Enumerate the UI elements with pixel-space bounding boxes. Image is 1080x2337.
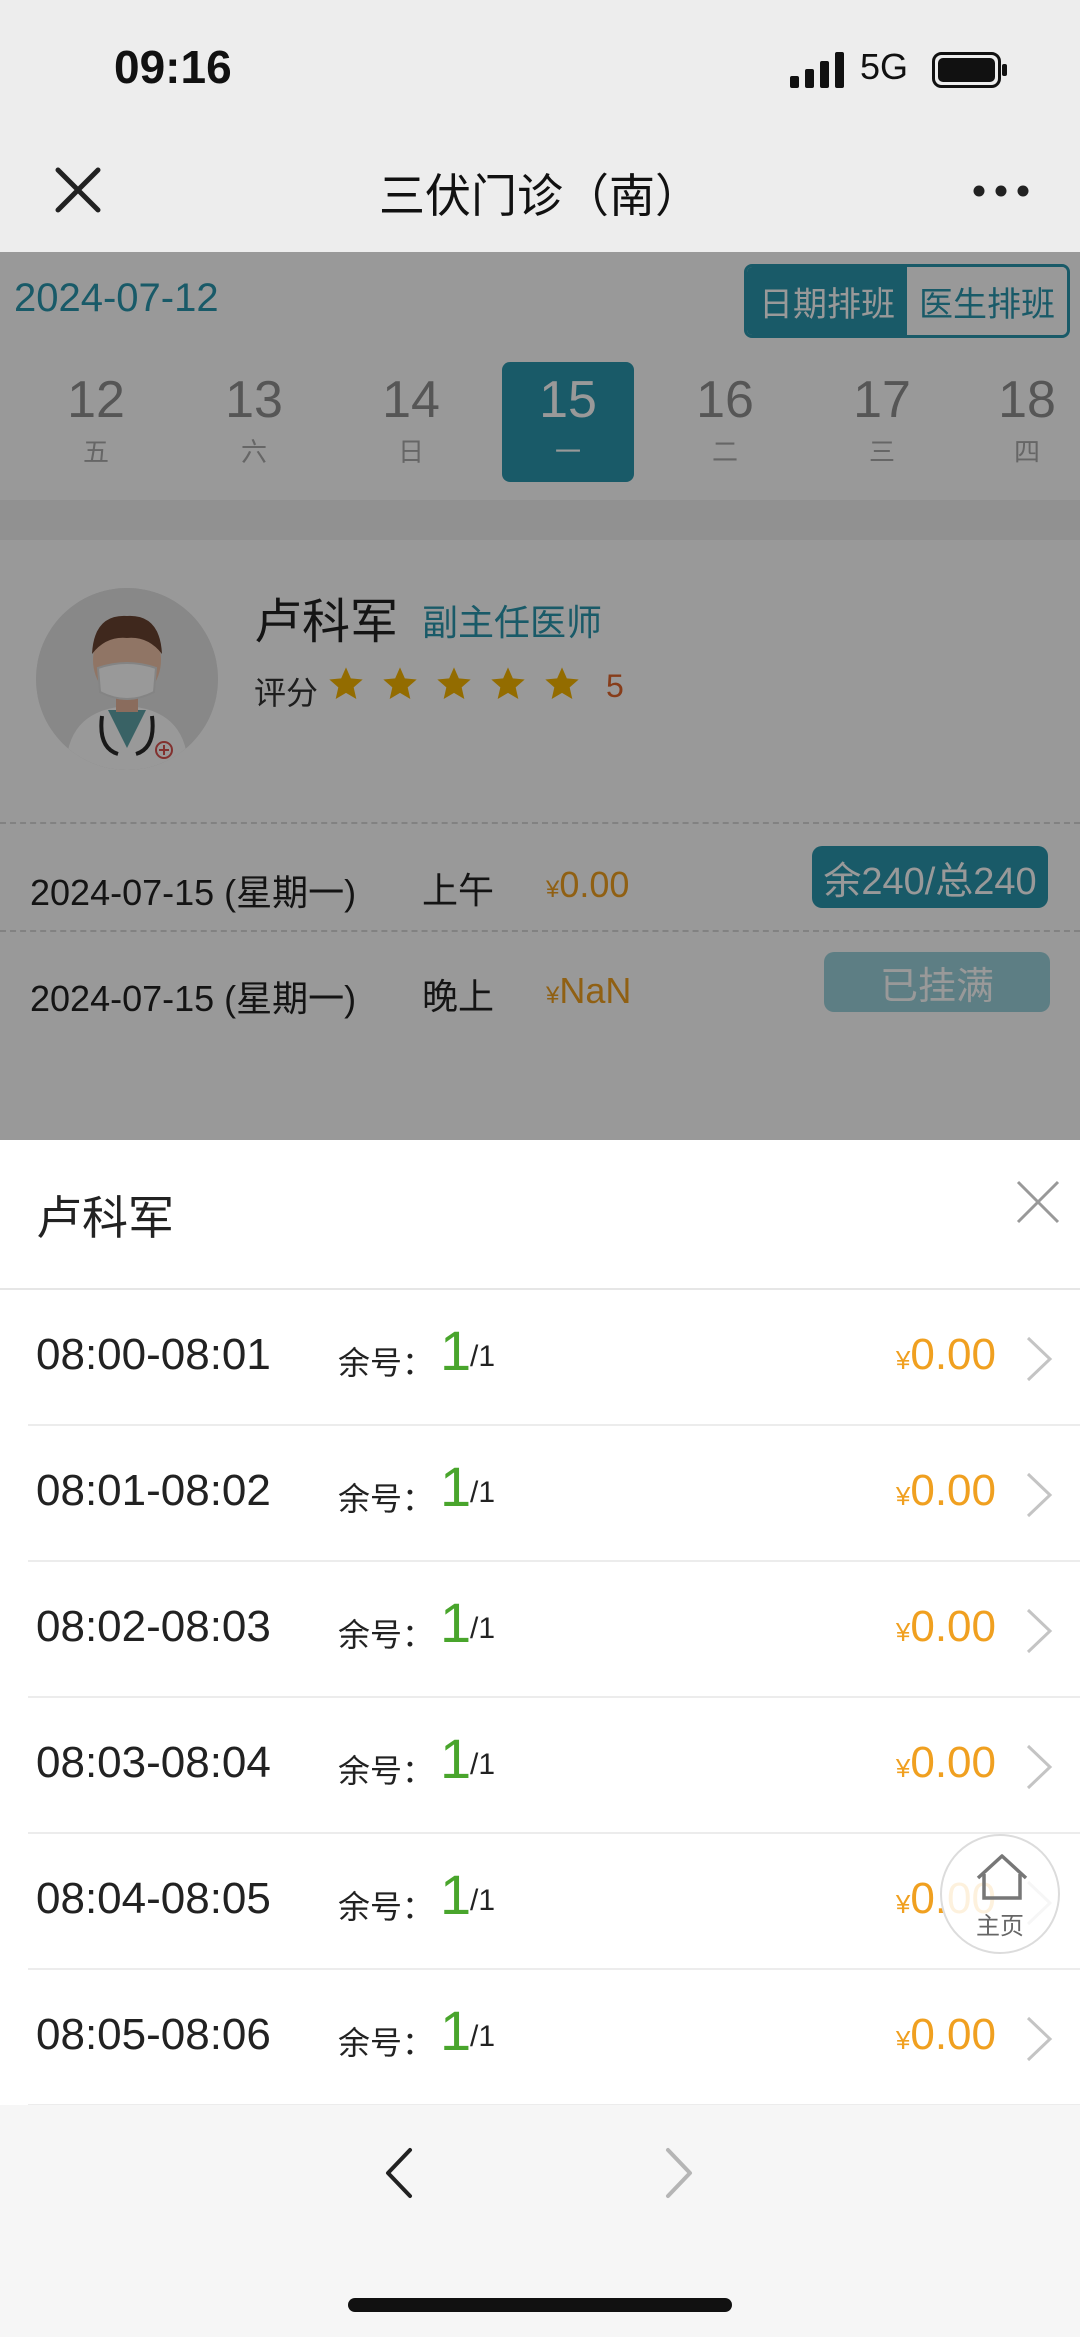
sheet-title: 卢科军 (36, 1191, 174, 1245)
forward-arrow-icon[interactable] (664, 2146, 694, 2200)
total-count: /1 (470, 1748, 496, 1781)
slot-time: 08:00-08:01 (36, 1330, 271, 1379)
time-slot-row[interactable]: 08:02-08:03 余号： 1 /1 ¥0.00 (0, 1562, 1080, 1698)
remaining-label: 余号： (338, 1480, 435, 1518)
slot-price: ¥0.00 (895, 2010, 996, 2059)
remaining-label: 余号： (338, 1616, 435, 1654)
close-icon[interactable] (1014, 1178, 1062, 1226)
total-count: /1 (470, 1340, 496, 1373)
modal-overlay[interactable] (0, 252, 1080, 1140)
slot-price: ¥0.00 (895, 1738, 996, 1787)
time-slot-row[interactable]: 08:04-08:05 余号： 1 /1 ¥0.00 (0, 1834, 1080, 1970)
home-indicator (348, 2298, 732, 2312)
home-icon (976, 1854, 1028, 1900)
more-icon[interactable] (972, 176, 1030, 206)
time-slot-row[interactable]: 08:00-08:01 余号： 1 /1 ¥0.00 (0, 1290, 1080, 1426)
remaining-count: 1 (440, 1727, 472, 1790)
slot-time: 08:03-08:04 (36, 1738, 271, 1787)
slot-price: ¥0.00 (895, 1602, 996, 1651)
remaining-label: 余号： (338, 2024, 435, 2062)
total-count: /1 (470, 1612, 496, 1645)
network-label: 5G (860, 46, 909, 87)
chevron-right-icon (1026, 1472, 1053, 1518)
remaining-count: 1 (440, 1863, 472, 1926)
remaining-label: 余号： (338, 1752, 435, 1790)
remaining-label: 余号： (338, 1888, 435, 1926)
time-slot-row[interactable]: 08:01-08:02 余号： 1 /1 ¥0.00 (0, 1426, 1080, 1562)
slot-time: 08:02-08:03 (36, 1602, 271, 1651)
time-slot-row[interactable]: 08:03-08:04 余号： 1 /1 ¥0.00 (0, 1698, 1080, 1834)
page-title: 三伏门诊（南） (379, 169, 701, 223)
remaining-count: 1 (440, 1455, 472, 1518)
remaining-count: 1 (440, 1319, 472, 1382)
slot-time: 08:01-08:02 (36, 1466, 271, 1515)
total-count: /1 (470, 2020, 496, 2053)
time-slot-row[interactable]: 08:05-08:06 余号： 1 /1 ¥0.00 (0, 1970, 1080, 2106)
total-count: /1 (470, 1476, 496, 1509)
status-time: 09:16 (114, 41, 232, 93)
remaining-label: 余号： (338, 1344, 435, 1382)
chevron-right-icon (1026, 2016, 1053, 2062)
slot-time: 08:04-08:05 (36, 1874, 271, 1923)
slot-price: ¥0.00 (895, 1330, 996, 1379)
remaining-count: 1 (440, 1591, 472, 1654)
chevron-right-icon (1026, 1336, 1053, 1382)
signal-icon (790, 52, 844, 88)
battery-icon (932, 52, 1007, 88)
chevron-right-icon (1026, 1608, 1053, 1654)
slot-time: 08:05-08:06 (36, 2010, 271, 2059)
remaining-count: 1 (440, 1999, 472, 2062)
slot-price: ¥0.00 (895, 1466, 996, 1515)
chevron-right-icon (1026, 1744, 1053, 1790)
back-arrow-icon[interactable] (384, 2146, 414, 2200)
total-count: /1 (470, 1884, 496, 1917)
home-label[interactable]: 主页 (940, 1906, 1060, 1941)
